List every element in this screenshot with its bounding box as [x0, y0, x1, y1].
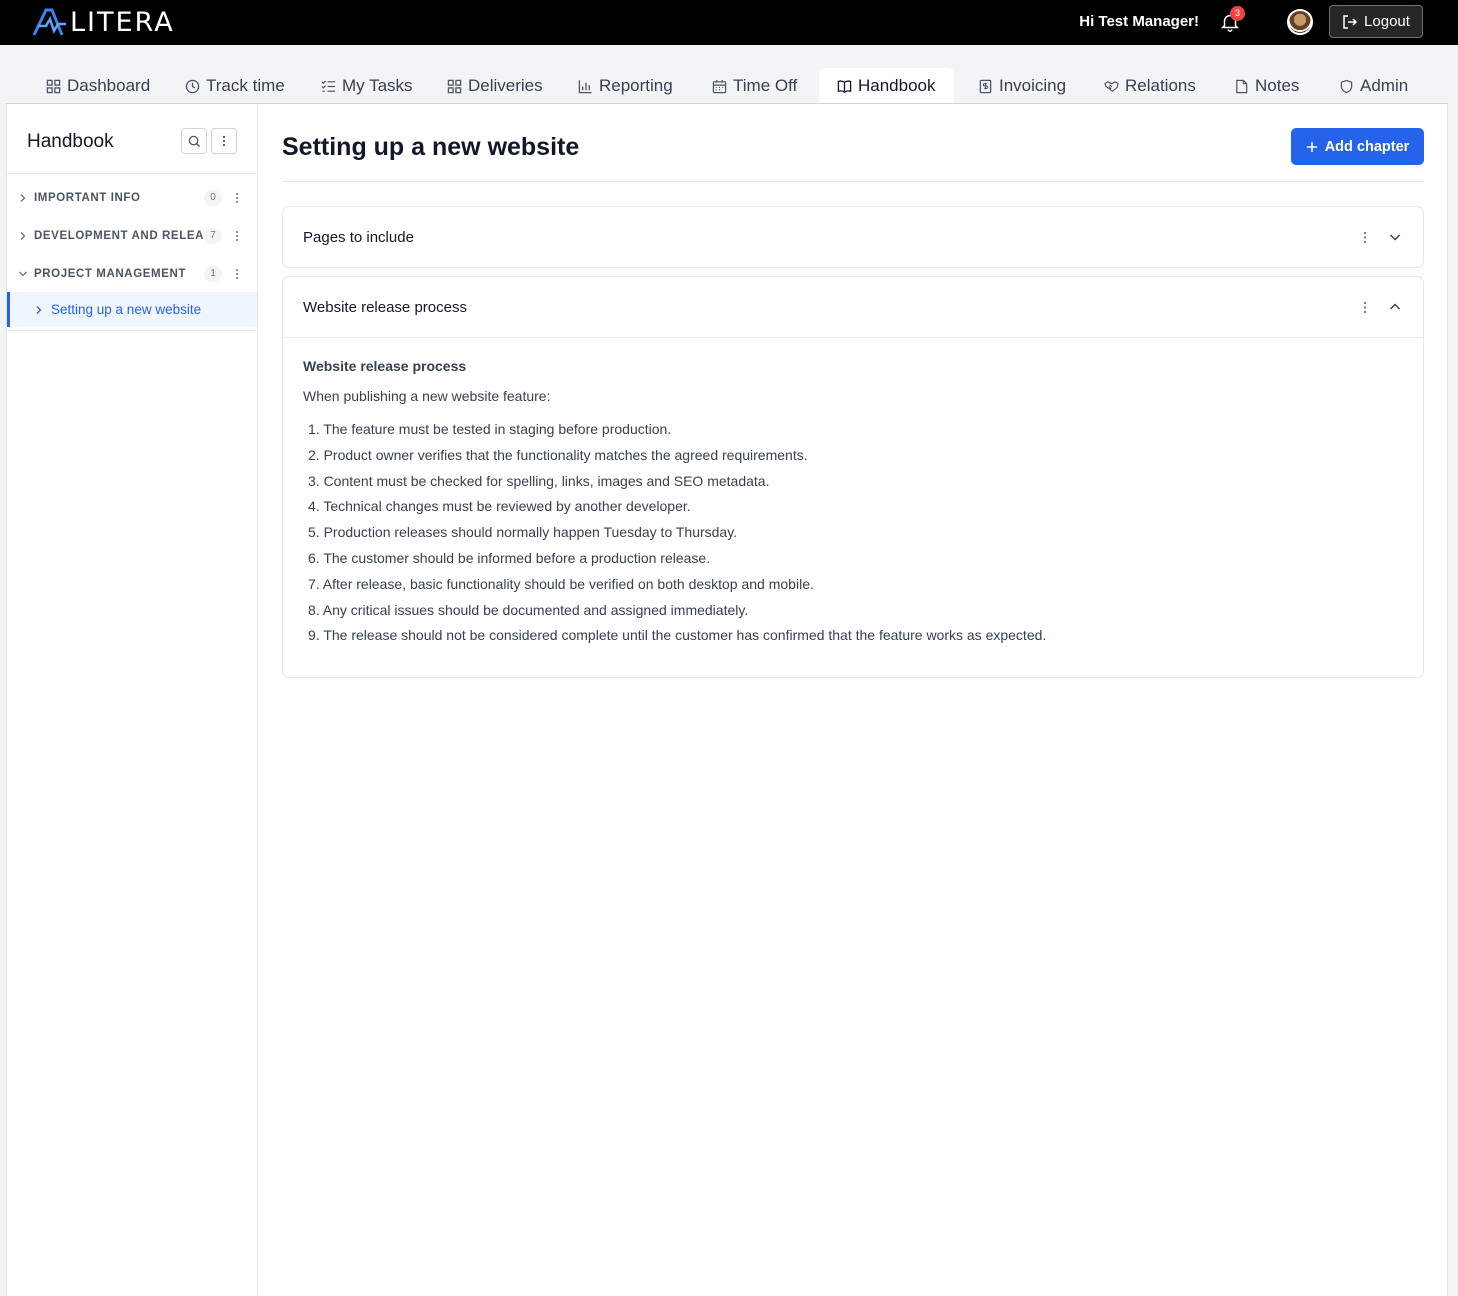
clock-icon	[185, 79, 200, 93]
tab-label: Handbook	[858, 76, 936, 95]
kebab-menu-icon[interactable]	[234, 192, 240, 204]
tab-track-time[interactable]: Track time	[185, 68, 285, 104]
title-divider	[282, 181, 1424, 182]
invoice-icon	[979, 79, 992, 93]
sidebar-title: Handbook	[27, 131, 114, 152]
sidebar-menu-button[interactable]	[211, 128, 237, 154]
sidebar-header: Handbook	[7, 104, 257, 174]
list-item: 7. After release, basic functionality sh…	[308, 575, 814, 592]
chapter-body-intro: When publishing a new website feature:	[303, 388, 551, 404]
page-title: Setting up a new website	[282, 133, 580, 161]
chevron-right-icon	[36, 305, 42, 314]
chapter-body: Website release process When publishing …	[283, 337, 1423, 677]
chapter-card: Website release process Website release …	[282, 276, 1424, 679]
chevron-up-icon[interactable]	[1389, 302, 1401, 312]
list-item: 3. Content must be checked for spelling,…	[308, 472, 770, 489]
section-label: IMPORTANT INFO	[34, 192, 141, 204]
checklist-icon	[321, 79, 336, 92]
notification-badge: 3	[1230, 6, 1245, 21]
tab-label: Deliveries	[468, 76, 543, 95]
tab-dashboard[interactable]: Dashboard	[46, 68, 150, 104]
logout-label: Logout	[1364, 13, 1410, 30]
sidebar-divider	[7, 330, 257, 331]
tab-invoicing[interactable]: Invoicing	[978, 68, 1066, 104]
sidebar-item-label: Setting up a new website	[51, 302, 202, 317]
list-item: 6. The customer should be informed befor…	[308, 549, 711, 566]
list-item: 2. Product owner verifies that the funct…	[308, 446, 808, 463]
grid-icon	[46, 79, 61, 93]
list-item: 8. Any critical issues should be documen…	[308, 601, 749, 618]
app-logo[interactable]: LITERA	[32, 6, 175, 38]
section-label: PROJECT MANAGEMENT	[34, 268, 187, 280]
main-nav: Dashboard Track time My Tasks Deliveries…	[0, 45, 1458, 104]
tab-admin[interactable]: Admin	[1339, 68, 1408, 104]
section-count: 7	[204, 228, 222, 244]
chapter-header[interactable]: Pages to include	[283, 207, 1423, 267]
tab-label: Track time	[206, 76, 285, 95]
shield-icon	[1340, 79, 1353, 93]
search-icon	[188, 135, 200, 147]
search-button[interactable]	[181, 128, 207, 154]
sidebar-section-project-management[interactable]: PROJECT MANAGEMENT 1	[7, 255, 257, 293]
sidebar-item-setting-up-website[interactable]: Setting up a new website	[7, 292, 257, 327]
note-icon	[1236, 79, 1248, 93]
chapter-title: Website release process	[303, 299, 467, 316]
section-count: 1	[204, 266, 222, 282]
logo-mark-icon	[32, 8, 66, 36]
list-item: 1. The feature must be tested in staging…	[308, 421, 672, 437]
logout-button[interactable]: Logout	[1329, 5, 1423, 38]
add-chapter-label: Add chapter	[1324, 138, 1410, 155]
tab-time-off[interactable]: Time Off	[712, 68, 797, 104]
top-bar: LITERA Hi Test Manager! 3 Logout	[0, 0, 1458, 45]
tab-label: Admin	[1360, 76, 1409, 95]
book-icon	[837, 79, 852, 93]
chevron-right-icon	[20, 232, 26, 240]
tab-label: Reporting	[599, 76, 673, 95]
grid-icon	[447, 79, 462, 93]
plus-icon	[1306, 141, 1317, 152]
list-item: 5. Production releases should normally h…	[308, 524, 738, 541]
chapter-body-heading: Website release process	[303, 358, 467, 374]
avatar[interactable]	[1287, 9, 1313, 35]
chapter-title: Pages to include	[303, 229, 414, 246]
kebab-menu-icon[interactable]	[234, 268, 240, 280]
sidebar-section-important-info[interactable]: IMPORTANT INFO 0	[7, 179, 257, 217]
tab-notes[interactable]: Notes	[1234, 68, 1299, 104]
add-chapter-button[interactable]: Add chapter	[1291, 128, 1424, 165]
handbook-sidebar: Handbook IMPORTANT INFO 0 DEVELOPMENT AN…	[7, 104, 258, 1296]
tab-label: Time Off	[733, 76, 798, 95]
tab-deliveries[interactable]: Deliveries	[447, 68, 543, 104]
tab-label: Notes	[1255, 76, 1300, 95]
tab-reporting[interactable]: Reporting	[578, 68, 673, 104]
kebab-menu-icon[interactable]	[1362, 231, 1368, 244]
tab-label: Dashboard	[67, 76, 151, 95]
section-count: 0	[204, 190, 222, 206]
handshake-icon	[1104, 80, 1119, 92]
tab-my-tasks[interactable]: My Tasks	[321, 68, 413, 104]
greeting-text: Hi Test Manager!	[1079, 13, 1199, 30]
main-container: Handbook IMPORTANT INFO 0 DEVELOPMENT AN…	[6, 104, 1448, 1296]
chapter-card: Pages to include	[282, 206, 1424, 268]
chapter-header[interactable]: Website release process	[283, 277, 1423, 337]
kebab-menu-icon[interactable]	[234, 230, 240, 242]
tab-label: Relations	[1125, 76, 1196, 95]
sidebar-section-development[interactable]: DEVELOPMENT AND RELEA... 7	[7, 217, 257, 255]
kebab-menu-icon[interactable]	[1362, 301, 1368, 314]
chevron-down-icon[interactable]	[1389, 232, 1401, 242]
tab-label: Invoicing	[999, 76, 1067, 95]
chevron-down-icon	[19, 271, 27, 277]
list-item: 4. Technical changes must be reviewed by…	[308, 498, 691, 515]
logo-text: LITERA	[70, 6, 175, 38]
bar-chart-icon	[578, 79, 592, 93]
kebab-menu-icon	[222, 135, 226, 147]
release-steps-list: 1. The feature must be tested in staging…	[303, 417, 1403, 649]
logout-icon	[1343, 14, 1358, 29]
calendar-icon	[712, 79, 727, 93]
list-item: 9. The release should not be considered …	[308, 627, 1047, 644]
tab-label: My Tasks	[342, 76, 413, 95]
chevron-right-icon	[20, 194, 26, 202]
tab-handbook[interactable]: Handbook	[819, 68, 954, 104]
section-label: DEVELOPMENT AND RELEA...	[34, 230, 216, 242]
tab-relations[interactable]: Relations	[1104, 68, 1196, 104]
